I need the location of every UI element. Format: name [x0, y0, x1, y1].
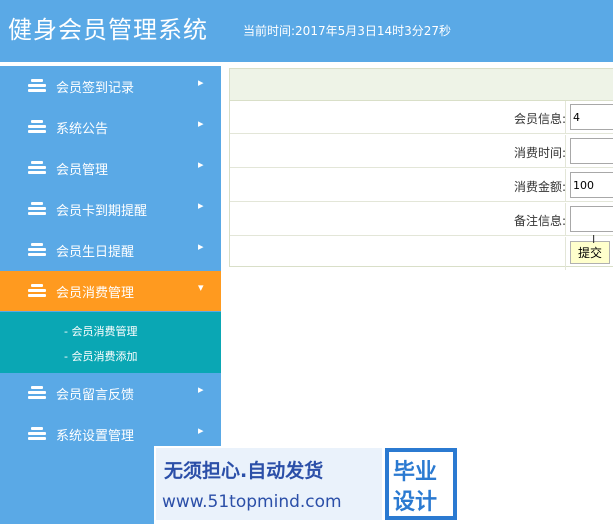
submit-button[interactable]: 提交: [570, 241, 610, 264]
database-icon: [28, 202, 46, 216]
submenu-item-consumption-add[interactable]: - 会员消费添加: [64, 348, 137, 364]
remarks-label: 备注信息:: [513, 214, 566, 228]
sidebar-item-label: 会员留言反馈: [56, 388, 135, 403]
sidebar-item-birthday-reminder[interactable]: 会员生日提醒 ▸: [0, 230, 221, 270]
sidebar-item-announcements[interactable]: 系统公告 ▸: [0, 107, 221, 147]
database-icon: [28, 243, 46, 257]
watermark-logo-text-1: 毕业: [393, 460, 438, 485]
chevron-right-icon: ▸: [198, 76, 204, 89]
sidebar-item-label: 系统设置管理: [56, 429, 135, 444]
chevron-right-icon: ▸: [198, 240, 204, 253]
text-cursor-icon: I: [592, 233, 596, 246]
watermark-url: www.51topmind.com: [162, 492, 342, 512]
current-time: 当前时间:2017年5月3日14时3分27秒: [243, 24, 452, 38]
database-icon: [28, 427, 46, 441]
database-icon: [28, 161, 46, 175]
form-row-submit: 提交: [230, 237, 613, 270]
sidebar-item-label: 会员消费管理: [56, 286, 135, 301]
watermark-banner: 无须担心.自动发货 www.51topmind.com 毕业 设计: [154, 446, 460, 524]
sidebar-item-consumption-management[interactable]: 会员消费管理 ▾: [0, 271, 221, 311]
database-icon: [28, 79, 46, 93]
consumption-time-input[interactable]: [570, 138, 613, 164]
remarks-input[interactable]: [570, 206, 613, 232]
sidebar-item-card-expiry-reminder[interactable]: 会员卡到期提醒 ▸: [0, 189, 221, 229]
consumption-amount-input[interactable]: [570, 172, 613, 198]
sidebar-item-member-management[interactable]: 会员管理 ▸: [0, 148, 221, 188]
form-row-remarks: 备注信息:: [230, 203, 613, 236]
member-info-input[interactable]: [570, 104, 613, 130]
sidebar-item-label: 系统公告: [56, 122, 109, 137]
app-title: 健身会员管理系统: [8, 16, 208, 44]
sidebar-item-label: 会员签到记录: [56, 81, 135, 96]
chevron-right-icon: ▸: [198, 199, 204, 212]
form-row-amount: 消费金额:: [230, 169, 613, 202]
chevron-right-icon: ▸: [198, 383, 204, 396]
sidebar-item-checkin-records[interactable]: 会员签到记录 ▸: [0, 66, 221, 106]
form-row-time: 消费时间:: [230, 135, 613, 168]
watermark-logo-text-2: 设计: [393, 490, 438, 515]
watermark-slogan: 无须担心.自动发货: [164, 460, 324, 482]
form-header: [230, 69, 613, 101]
submenu-consumption: - 会员消费管理 - 会员消费添加: [0, 312, 221, 373]
watermark-logo: 毕业 设计: [385, 448, 457, 520]
chevron-down-icon: ▾: [198, 281, 204, 294]
chevron-right-icon: ▸: [198, 117, 204, 130]
consumption-time-label: 消费时间:: [513, 146, 566, 160]
database-icon: [28, 386, 46, 400]
consumption-amount-label: 消费金额:: [513, 180, 566, 194]
form-row-member: 会员信息:: [230, 101, 613, 134]
sidebar-item-label: 会员卡到期提醒: [56, 204, 148, 219]
consumption-add-form: 会员信息: 消费时间: 消费金额: 备注信息: 提交: [229, 68, 613, 270]
database-icon: [28, 284, 46, 298]
app-header: 健身会员管理系统 当前时间:2017年5月3日14时3分27秒: [0, 0, 613, 62]
sidebar-item-label: 会员管理: [56, 163, 109, 178]
sidebar-item-label: 会员生日提醒: [56, 245, 135, 260]
member-info-label: 会员信息:: [513, 112, 566, 126]
submenu-item-consumption-list[interactable]: - 会员消费管理: [64, 323, 137, 339]
database-icon: [28, 120, 46, 134]
chevron-right-icon: ▸: [198, 424, 204, 437]
chevron-right-icon: ▸: [198, 158, 204, 171]
sidebar-item-feedback[interactable]: 会员留言反馈 ▸: [0, 373, 221, 413]
